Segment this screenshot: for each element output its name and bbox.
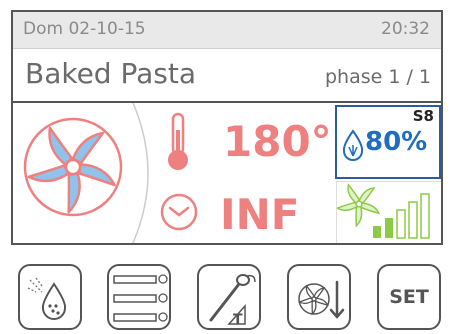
set-button[interactable]: SET [377,264,441,330]
steam-icon [27,277,67,320]
programs-button[interactable] [107,264,171,330]
water-drop-icon [342,129,364,161]
fan-speed-bars [373,193,430,239]
clock-label: 20:32 [381,19,430,39]
fan-speed-icon [337,183,381,228]
core-probe-button[interactable]: T [197,264,261,330]
svg-text:T: T [233,312,243,328]
temperature-value[interactable]: 180° [223,117,332,166]
thermometer-icon [168,112,188,170]
oven-display-panel: Dom 02-10-15 20:32 Baked Pasta phase 1 /… [11,10,443,245]
timer-icon [160,193,198,231]
fan-cooldown-button[interactable] [287,264,351,330]
date-label: Dom 02-10-15 [23,19,146,39]
fan-icon [23,117,123,217]
core-probe-icon: T [209,274,256,328]
recipe-header[interactable]: Baked Pasta phase 1 / 1 [13,49,441,103]
recipe-name: Baked Pasta [25,57,196,90]
humidity-value: 80% [365,127,428,157]
steam-button[interactable] [18,264,82,330]
humidity-tag: S8 [412,107,434,125]
status-bar: Dom 02-10-15 20:32 [13,12,441,49]
fan-speed-panel[interactable] [336,181,441,243]
set-button-label: SET [389,286,429,308]
humidity-panel[interactable]: S8 80% [335,105,441,179]
phase-indicator: phase 1 / 1 [324,66,431,88]
fan-mode-area[interactable] [13,103,150,243]
timer-value[interactable]: INF [220,190,299,239]
fan-cooldown-icon [297,280,345,319]
programs-icon [113,274,168,322]
